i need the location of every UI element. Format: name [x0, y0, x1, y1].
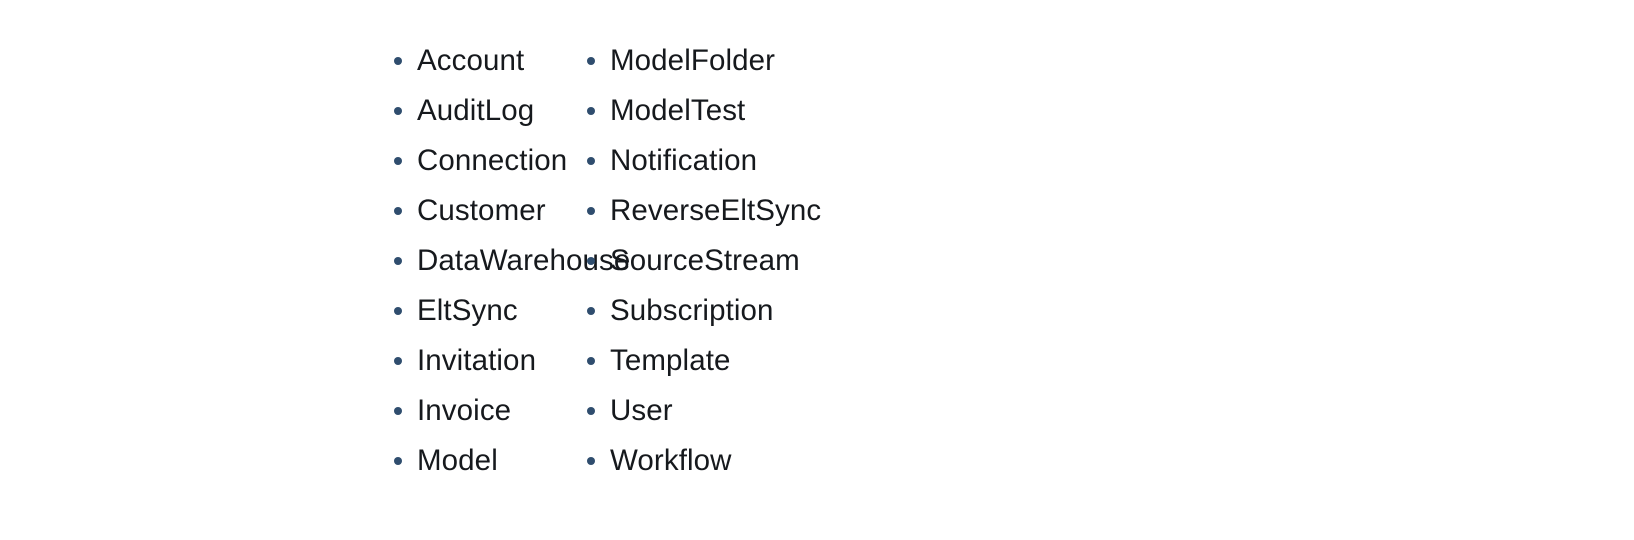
- list-item-label: ModelFolder: [610, 44, 776, 77]
- list-item-label: Template: [610, 344, 731, 377]
- bullet-icon: [394, 257, 402, 265]
- bullet-icon: [587, 107, 595, 115]
- list-item[interactable]: Template: [583, 336, 1160, 386]
- list-item[interactable]: SourceStream: [583, 236, 1160, 286]
- list-item-label: Connection: [417, 144, 568, 177]
- list-item[interactable]: Invitation: [390, 336, 580, 386]
- list-item-label: Workflow: [610, 444, 732, 477]
- list-item-label: ReverseEltSync: [610, 194, 822, 227]
- list-item[interactable]: Customer: [390, 186, 580, 236]
- bullet-icon: [587, 207, 595, 215]
- list-item-label: Notification: [610, 144, 758, 177]
- list-item[interactable]: AuditLog: [390, 86, 580, 136]
- bullet-icon: [394, 457, 402, 465]
- list-item[interactable]: DataWarehouse: [390, 236, 630, 286]
- bullet-icon: [394, 57, 402, 65]
- bullet-icon: [587, 357, 595, 365]
- bullet-icon: [587, 257, 595, 265]
- list-item[interactable]: Connection: [390, 136, 580, 186]
- list-item[interactable]: Account: [390, 36, 580, 86]
- list-item-label: Account: [417, 44, 525, 77]
- list-item-label: Subscription: [610, 294, 774, 327]
- entity-list-columns: Account AuditLog Connection Customer Dat…: [0, 0, 1634, 540]
- bullet-icon: [394, 107, 402, 115]
- right-column: ModelFolder ModelTest Notification Rever…: [580, 0, 1160, 486]
- list-item[interactable]: EltSync: [390, 286, 580, 336]
- bullet-icon: [587, 57, 595, 65]
- document-body: Account AuditLog Connection Customer Dat…: [0, 0, 1634, 540]
- bullet-icon: [587, 307, 595, 315]
- list-item[interactable]: ModelFolder: [583, 36, 1160, 86]
- list-item-label: Invoice: [417, 394, 512, 427]
- bullet-icon: [394, 307, 402, 315]
- list-item-label: AuditLog: [417, 94, 535, 127]
- bullet-icon: [587, 457, 595, 465]
- list-item[interactable]: Model: [390, 436, 580, 486]
- bullet-icon: [394, 407, 402, 415]
- list-item[interactable]: ReverseEltSync: [583, 186, 1160, 236]
- entity-list-right: ModelFolder ModelTest Notification Rever…: [583, 36, 1160, 486]
- list-item-label: User: [610, 394, 673, 427]
- entity-list-left: Account AuditLog Connection Customer Dat…: [390, 36, 630, 486]
- bullet-icon: [587, 157, 595, 165]
- list-item[interactable]: ModelTest: [583, 86, 1160, 136]
- bullet-icon: [587, 407, 595, 415]
- bullet-icon: [394, 207, 402, 215]
- list-item[interactable]: Notification: [583, 136, 1160, 186]
- list-item[interactable]: Invoice: [390, 386, 580, 436]
- bullet-icon: [394, 157, 402, 165]
- list-item-label: Model: [417, 444, 498, 477]
- list-item-label: EltSync: [417, 294, 518, 327]
- list-item[interactable]: User: [583, 386, 1160, 436]
- bullet-icon: [394, 357, 402, 365]
- list-item[interactable]: Workflow: [583, 436, 1160, 486]
- list-item-label: ModelTest: [610, 94, 746, 127]
- list-item-label: Invitation: [417, 344, 537, 377]
- list-item-label: Customer: [417, 194, 546, 227]
- list-item-label: SourceStream: [610, 244, 800, 277]
- left-column: Account AuditLog Connection Customer Dat…: [0, 0, 630, 486]
- list-item[interactable]: Subscription: [583, 286, 1160, 336]
